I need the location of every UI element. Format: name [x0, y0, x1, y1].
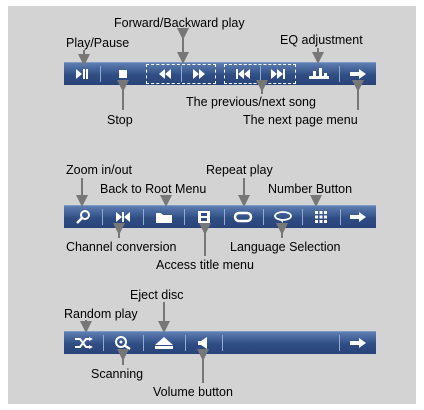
callout-arrows [76, 28, 364, 383]
